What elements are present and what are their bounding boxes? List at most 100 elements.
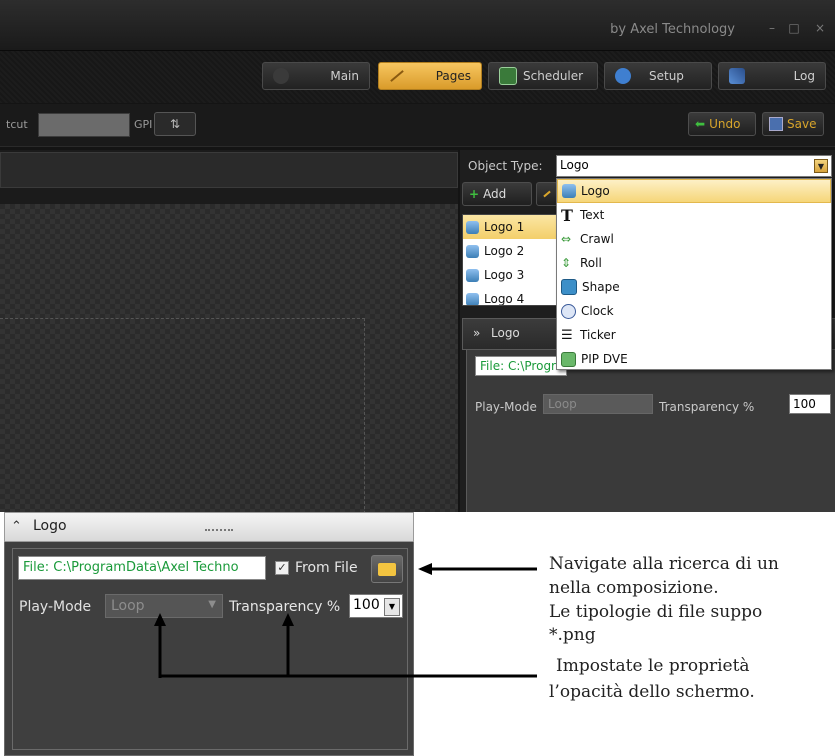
- tab-main[interactable]: Main: [262, 62, 370, 90]
- dropdown-item-shape[interactable]: Shape: [557, 275, 831, 299]
- canvas-header: [0, 152, 458, 188]
- dropdown-item-clock[interactable]: Clock: [557, 299, 831, 323]
- dropdown-item-logo[interactable]: Logo: [557, 179, 831, 203]
- dropdown-item-label: Shape: [582, 280, 620, 294]
- dropdown-item-roll[interactable]: ⇕ Roll: [557, 251, 831, 275]
- dropdown-item-text[interactable]: T Text: [557, 203, 831, 227]
- shortcut-label: tcut: [6, 118, 28, 131]
- arrow-props-left-head: [154, 613, 166, 626]
- tab-log[interactable]: Log: [718, 62, 826, 90]
- close-button[interactable]: ×: [813, 21, 827, 35]
- chevron-down-icon[interactable]: ▼: [814, 159, 828, 173]
- small-transparency-input[interactable]: 100: [789, 394, 831, 414]
- undo-arrow-icon: ⬅: [695, 117, 706, 131]
- list-item-label: Logo 2: [484, 244, 525, 258]
- sort-icon: ⇅: [169, 117, 181, 131]
- crawl-icon: ⇔: [561, 232, 572, 246]
- small-play-mode-select[interactable]: Loop: [543, 394, 653, 414]
- small-file-field[interactable]: File: C:\Progr: [475, 356, 567, 376]
- object-type-label: Object Type:: [468, 159, 543, 173]
- gpi-label: GPI: [134, 118, 153, 131]
- undo-label: Undo: [709, 117, 741, 131]
- dropdown-item-label: PIP DVE: [581, 352, 628, 366]
- clock-icon: [561, 303, 576, 319]
- arrow-props-right-head: [282, 613, 294, 626]
- maximize-button[interactable]: □: [787, 21, 801, 35]
- tab-setup[interactable]: Setup: [604, 62, 712, 90]
- image-icon: [466, 292, 479, 305]
- callout-arrows: [154, 563, 537, 678]
- small-transparency-label: Transparency %: [659, 400, 755, 414]
- object-list: Logo 1 Logo 2 Logo 3 Logo 4: [462, 214, 560, 306]
- setup-icon: [615, 68, 631, 84]
- image-icon: [466, 220, 479, 234]
- small-logo-panel: File: C:\Progr Play-Mode Loop Transparen…: [466, 349, 835, 512]
- shape-icon: [561, 279, 577, 295]
- add-label: Add: [483, 187, 507, 201]
- dropdown-item-label: Logo: [581, 184, 610, 198]
- list-item[interactable]: Logo 3: [463, 263, 559, 287]
- dropdown-item-label: Crawl: [580, 232, 614, 246]
- save-label: Save: [787, 117, 817, 131]
- list-item-label: Logo 4: [484, 292, 525, 306]
- undo-button[interactable]: ⬅ Undo: [688, 112, 756, 136]
- app-screenshot: by Axel Technology – □ × Main Pages Sche…: [0, 0, 835, 512]
- note-line-5: Impostate le proprietà: [556, 656, 750, 676]
- arrow-file-head: [418, 563, 432, 575]
- dropdown-item-ticker[interactable]: ☰ Ticker: [557, 323, 831, 347]
- tab-pages[interactable]: Pages: [378, 62, 482, 90]
- main-icon: [273, 68, 289, 84]
- tab-scheduler[interactable]: Scheduler: [488, 62, 598, 90]
- floppy-icon: [769, 117, 783, 131]
- tab-scheduler-label: Scheduler: [523, 69, 584, 83]
- list-item[interactable]: Logo 2: [463, 239, 559, 263]
- list-item[interactable]: Logo 1: [463, 215, 559, 239]
- dropdown-item-label: Clock: [581, 304, 614, 318]
- dropdown-item-crawl[interactable]: ⇔ Crawl: [557, 227, 831, 251]
- list-item[interactable]: Logo 4: [463, 287, 559, 306]
- note-line-2: nella composizione.: [549, 578, 719, 598]
- plus-icon: +: [469, 187, 480, 201]
- dropdown-item-label: Text: [580, 208, 605, 222]
- add-button[interactable]: + Add: [462, 182, 532, 206]
- dropdown-item-pip-dve[interactable]: PIP DVE: [557, 347, 831, 371]
- text-icon: T: [561, 205, 573, 225]
- tab-log-label: Log: [793, 69, 815, 83]
- pencil-icon: [390, 70, 404, 82]
- image-icon: [466, 244, 479, 258]
- shortcut-input[interactable]: [38, 113, 130, 137]
- small-play-mode-value: Loop: [548, 397, 577, 411]
- tab-pages-label: Pages: [435, 69, 471, 83]
- object-type-value: Logo: [560, 158, 589, 172]
- collapse-icon: »: [473, 326, 481, 340]
- tab-setup-label: Setup: [649, 69, 684, 83]
- dropdown-item-label: Roll: [580, 256, 602, 270]
- dropdown-item-label: Ticker: [580, 328, 616, 342]
- note-line-4: *.png: [549, 625, 596, 645]
- safe-area-guide: [0, 318, 365, 512]
- save-button[interactable]: Save: [762, 112, 824, 136]
- pip-icon: [561, 351, 576, 367]
- note-line-3: Le tipologie di file suppo: [549, 602, 763, 622]
- ticker-icon: ☰: [561, 327, 573, 343]
- image-icon: [466, 268, 479, 282]
- small-transparency-value: 100: [793, 397, 816, 411]
- log-icon: [729, 68, 745, 84]
- list-item-label: Logo 3: [484, 268, 525, 282]
- list-item-label: Logo 1: [484, 220, 525, 234]
- tab-main-label: Main: [330, 69, 359, 83]
- small-logo-header-label: Logo: [491, 326, 520, 340]
- edit-button[interactable]: [536, 182, 558, 206]
- scheduler-icon: [499, 67, 517, 85]
- edit-icon: [543, 190, 551, 198]
- object-type-dropdown: Logo T Text ⇔ Crawl ⇕ Roll Shape Clock ☰…: [556, 178, 832, 370]
- brand-label: by Axel Technology: [610, 22, 735, 37]
- note-line-1: Navigate alla ricerca di un: [549, 554, 779, 574]
- small-play-mode-label: Play-Mode: [475, 400, 537, 414]
- object-type-select[interactable]: Logo: [556, 155, 832, 177]
- roll-icon: ⇕: [561, 256, 572, 270]
- gpi-button[interactable]: ⇅: [154, 112, 196, 136]
- note-line-6: l’opacità dello schermo.: [549, 682, 755, 702]
- image-icon: [562, 184, 576, 198]
- minimize-button[interactable]: –: [765, 21, 779, 35]
